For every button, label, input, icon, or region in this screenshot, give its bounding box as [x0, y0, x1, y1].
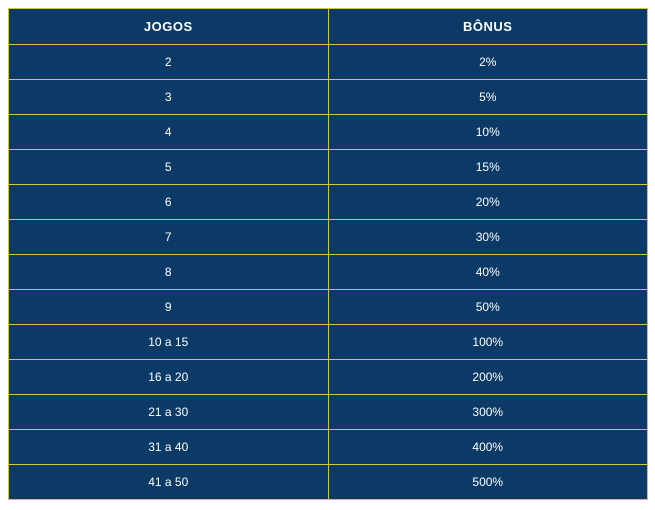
cell-jogos: 9 — [9, 290, 329, 325]
cell-jogos: 4 — [9, 115, 329, 150]
cell-jogos: 41 a 50 — [9, 465, 329, 500]
table-row: 16 a 20 200% — [9, 360, 648, 395]
table-row: 4 10% — [9, 115, 648, 150]
cell-bonus: 40% — [328, 255, 648, 290]
cell-jogos: 31 a 40 — [9, 430, 329, 465]
cell-bonus: 5% — [328, 80, 648, 115]
cell-bonus: 100% — [328, 325, 648, 360]
cell-bonus: 300% — [328, 395, 648, 430]
table-row: 41 a 50 500% — [9, 465, 648, 500]
table-row: 31 a 40 400% — [9, 430, 648, 465]
cell-bonus: 200% — [328, 360, 648, 395]
cell-bonus: 50% — [328, 290, 648, 325]
cell-jogos: 10 a 15 — [9, 325, 329, 360]
cell-jogos: 7 — [9, 220, 329, 255]
table-row: 3 5% — [9, 80, 648, 115]
cell-jogos: 5 — [9, 150, 329, 185]
cell-jogos: 2 — [9, 45, 329, 80]
table-row: 21 a 30 300% — [9, 395, 648, 430]
cell-bonus: 2% — [328, 45, 648, 80]
cell-jogos: 16 a 20 — [9, 360, 329, 395]
header-bonus: BÔNUS — [328, 9, 648, 45]
table-row: 9 50% — [9, 290, 648, 325]
bonus-table: JOGOS BÔNUS 2 2% 3 5% 4 10% 5 15% 6 20% … — [8, 8, 648, 500]
cell-bonus: 400% — [328, 430, 648, 465]
table-row: 6 20% — [9, 185, 648, 220]
table-row: 2 2% — [9, 45, 648, 80]
cell-jogos: 6 — [9, 185, 329, 220]
cell-bonus: 500% — [328, 465, 648, 500]
cell-bonus: 10% — [328, 115, 648, 150]
header-jogos: JOGOS — [9, 9, 329, 45]
table-body: 2 2% 3 5% 4 10% 5 15% 6 20% 7 30% 8 40% … — [9, 45, 648, 500]
cell-bonus: 30% — [328, 220, 648, 255]
table-row: 5 15% — [9, 150, 648, 185]
cell-jogos: 21 a 30 — [9, 395, 329, 430]
cell-bonus: 15% — [328, 150, 648, 185]
table-row: 10 a 15 100% — [9, 325, 648, 360]
table-row: 7 30% — [9, 220, 648, 255]
cell-bonus: 20% — [328, 185, 648, 220]
cell-jogos: 3 — [9, 80, 329, 115]
table-header-row: JOGOS BÔNUS — [9, 9, 648, 45]
cell-jogos: 8 — [9, 255, 329, 290]
table-row: 8 40% — [9, 255, 648, 290]
